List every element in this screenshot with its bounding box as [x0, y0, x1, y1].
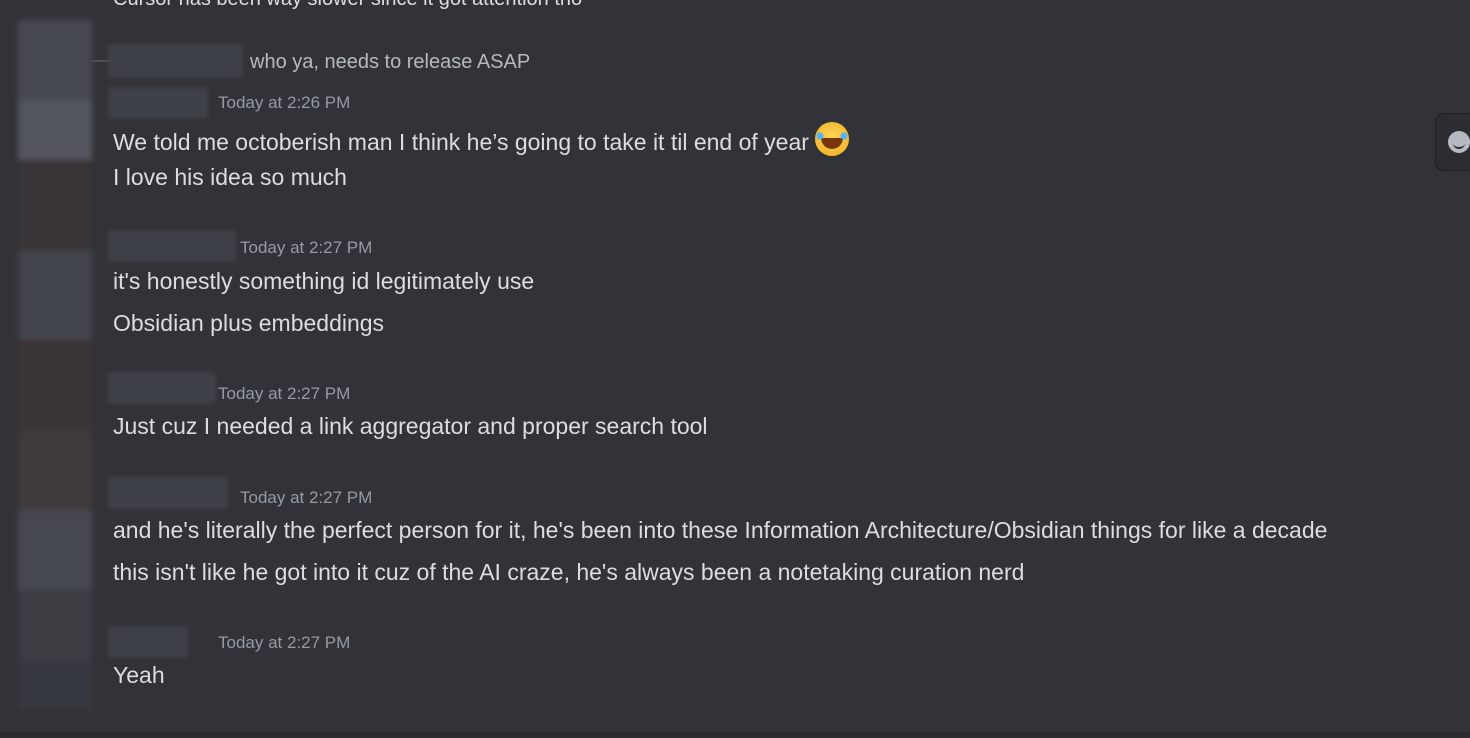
message-timestamp: Today at 2:27 PM: [240, 488, 373, 507]
bottom-divider: [0, 732, 1470, 738]
reply-preview-text: who ya, needs to release ASAP: [250, 51, 531, 73]
message-text: We told me octoberish man I think he’s g…: [113, 129, 809, 155]
message-line: this isn't like he got into it cuz of th…: [113, 559, 1025, 585]
add-reaction-icon: [1448, 131, 1470, 153]
face-with-tears-of-joy-icon: [814, 122, 849, 156]
message-line: and he's literally the perfect person fo…: [113, 517, 1328, 543]
message-line: Yeah: [113, 662, 165, 688]
redacted-username: [108, 87, 208, 119]
chat-window: Cursor has been way slower since it got …: [0, 0, 1470, 738]
message-line: it's honestly something id legitimately …: [113, 268, 535, 294]
redacted-username: [108, 372, 216, 404]
redacted-username: [108, 477, 228, 509]
previous-message-text: Cursor has been way slower since it got …: [113, 0, 582, 11]
add-reaction-button[interactable]: [1436, 114, 1470, 170]
message-timestamp: Today at 2:27 PM: [240, 238, 373, 257]
message-timestamp: Today at 2:27 PM: [218, 384, 351, 403]
redacted-username: [108, 230, 236, 262]
blurred-avatars: [18, 20, 92, 710]
message-timestamp: Today at 2:26 PM: [218, 93, 351, 112]
message-line: I love his idea so much: [113, 164, 347, 190]
message-line: Just cuz I needed a link aggregator and …: [113, 413, 708, 439]
message-line: Obsidian plus embeddings: [113, 310, 385, 336]
redacted-username: [108, 44, 243, 78]
message-timestamp: Today at 2:27 PM: [218, 633, 351, 652]
message-line: We told me octoberish man I think he’s g…: [113, 122, 849, 156]
redacted-username: [108, 626, 188, 658]
